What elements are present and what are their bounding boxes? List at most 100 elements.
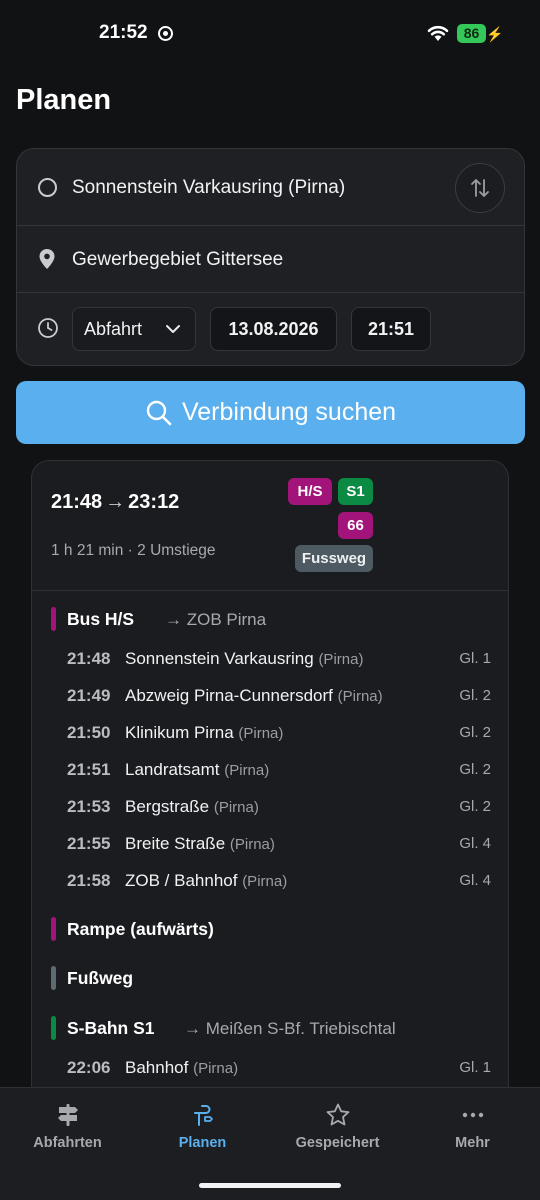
stop-name: Bahnhof (Pirna)	[125, 1058, 239, 1077]
platform: Gl. 2	[459, 724, 491, 741]
wifi-icon	[427, 25, 449, 41]
charging-icon: ⚡	[486, 26, 504, 42]
platform: Gl. 2	[459, 687, 491, 704]
stop-city: (Pirna)	[318, 651, 364, 668]
stop-city: (Pirna)	[238, 725, 284, 742]
connection-result-card[interactable]: 21:48 → 23:12 1 h 21 min · 2 Umstiege H/S …	[31, 460, 509, 1160]
tab-label: Planen	[178, 1135, 227, 1151]
platform: Gl. 1	[459, 650, 491, 667]
stop-name: Bergstraße (Pirna)	[125, 797, 259, 816]
from-field[interactable]: Sonnenstein Varkausring (Pirna)	[17, 149, 524, 226]
stop-name: Sonnenstein Varkausring (Pirna)	[125, 649, 364, 668]
swap-button[interactable]	[455, 163, 505, 213]
stop-row: 21:49 Abzweig Pirna-Cunnersdorf (Pirna) …	[67, 686, 491, 708]
search-connection-button[interactable]: Verbindung suchen	[16, 381, 525, 444]
home-indicator[interactable]	[199, 1183, 341, 1188]
stop-name: Landratsamt (Pirna)	[125, 760, 270, 779]
platform: Gl. 1	[459, 1059, 491, 1076]
leg-title: Fußweg	[67, 968, 134, 988]
stop-row: 21:53 Bergstraße (Pirna) Gl. 2	[67, 797, 491, 819]
tab-mehr[interactable]: Mehr	[405, 1088, 540, 1168]
from-input[interactable]: Sonnenstein Varkausring (Pirna)	[72, 177, 345, 199]
status-time: 21:52	[99, 22, 148, 43]
swap-arrows-icon	[471, 179, 489, 197]
stop-time: 21:48	[67, 649, 111, 668]
bottom-tab-bar: Abfahrten Planen Gespeichert Mehr	[0, 1087, 540, 1200]
stop-time: 21:50	[67, 723, 111, 742]
stop-city: (Pirna)	[337, 688, 383, 705]
chevron-down-icon	[166, 325, 180, 333]
line-color-bar	[51, 1016, 56, 1040]
stop-time: 21:51	[67, 760, 111, 779]
leg-destination: → Meißen S-Bf. Triebischtal	[184, 1019, 396, 1038]
time-picker[interactable]: 21:51	[351, 307, 431, 351]
stop-time: 22:06	[67, 1058, 111, 1077]
walk-badge: Fussweg	[295, 545, 373, 572]
status-bar: 21:52 86 ⚡	[0, 0, 540, 68]
line-color-bar	[51, 917, 56, 941]
platform: Gl. 4	[459, 835, 491, 852]
platform: Gl. 2	[459, 761, 491, 778]
line-color-bar	[51, 966, 56, 990]
date-picker[interactable]: 13.08.2026	[210, 307, 337, 351]
route-icon	[194, 1105, 213, 1126]
stop-city: (Pirna)	[193, 1060, 239, 1077]
platform: Gl. 2	[459, 798, 491, 815]
origin-circle-icon	[38, 178, 57, 197]
recording-icon	[158, 26, 173, 41]
stop-name: Breite Straße (Pirna)	[125, 834, 275, 853]
departure-time: 21:48	[51, 491, 103, 513]
tab-label: Abfahrten	[33, 1135, 102, 1151]
line-color-bar	[51, 607, 56, 631]
leg-destination: → ZOB Pirna	[165, 610, 267, 629]
connection-times: 21:48 → 23:12	[51, 491, 179, 514]
stop-city: (Pirna)	[224, 762, 270, 779]
mode-select[interactable]: Abfahrt	[72, 307, 196, 351]
leg-title: Bus H/S	[67, 609, 135, 629]
stop-time: 21:58	[67, 871, 111, 890]
clock-icon	[38, 318, 58, 338]
search-button-label: Verbindung suchen	[181, 398, 397, 426]
line-badge-66: 66	[338, 512, 373, 539]
stop-row: 21:51 Landratsamt (Pirna) Gl. 2	[67, 760, 491, 782]
star-icon	[326, 1103, 350, 1126]
stop-name: Abzweig Pirna-Cunnersdorf (Pirna)	[125, 686, 383, 705]
mode-label: Abfahrt	[84, 319, 143, 339]
stop-row: 21:50 Klinikum Pirna (Pirna) Gl. 2	[67, 723, 491, 745]
stop-time: 21:53	[67, 797, 111, 816]
leg-title: Rampe (aufwärts)	[67, 919, 214, 939]
page-title: Planen	[16, 84, 112, 116]
location-pin-icon	[39, 249, 55, 269]
stop-name: Klinikum Pirna (Pirna)	[125, 723, 284, 742]
stop-row: 22:06 Bahnhof (Pirna) Gl. 1	[67, 1058, 491, 1080]
stop-city: (Pirna)	[229, 836, 275, 853]
arrow-icon: →	[105, 491, 126, 513]
tab-gespeichert[interactable]: Gespeichert	[270, 1088, 405, 1168]
line-badge-hs: H/S	[288, 478, 332, 505]
tab-planen[interactable]: Planen	[135, 1088, 270, 1168]
leg-title: S-Bahn S1	[67, 1018, 155, 1038]
stop-row: 21:55 Breite Straße (Pirna) Gl. 4	[67, 834, 491, 856]
stop-city: (Pirna)	[242, 873, 288, 890]
to-input[interactable]: Gewerbegebiet Gittersee	[72, 249, 283, 271]
stop-row: 21:58 ZOB / Bahnhof (Pirna) Gl. 4	[67, 871, 491, 893]
tab-abfahrten[interactable]: Abfahrten	[0, 1088, 135, 1168]
journey-form: Sonnenstein Varkausring (Pirna) Gewerbeg…	[16, 148, 525, 366]
tab-label: Mehr	[455, 1135, 490, 1151]
divider	[32, 590, 508, 591]
connection-summary: 1 h 21 min · 2 Umstiege	[51, 542, 216, 559]
battery-indicator: 86	[457, 24, 486, 43]
stop-time: 21:49	[67, 686, 111, 705]
stop-city: (Pirna)	[213, 799, 259, 816]
more-icon	[462, 1112, 484, 1118]
to-field[interactable]: Gewerbegebiet Gittersee	[17, 226, 524, 293]
stop-row: 21:48 Sonnenstein Varkausring (Pirna) Gl…	[67, 649, 491, 671]
time-row: Abfahrt 13.08.2026 21:51	[17, 293, 524, 367]
tab-label: Gespeichert	[295, 1135, 380, 1151]
platform: Gl. 4	[459, 872, 491, 889]
search-icon	[146, 400, 172, 425]
line-badge-s1: S1	[338, 478, 373, 505]
arrival-time: 23:12	[128, 491, 180, 513]
stop-name: ZOB / Bahnhof (Pirna)	[125, 871, 288, 890]
stop-time: 21:55	[67, 834, 111, 853]
